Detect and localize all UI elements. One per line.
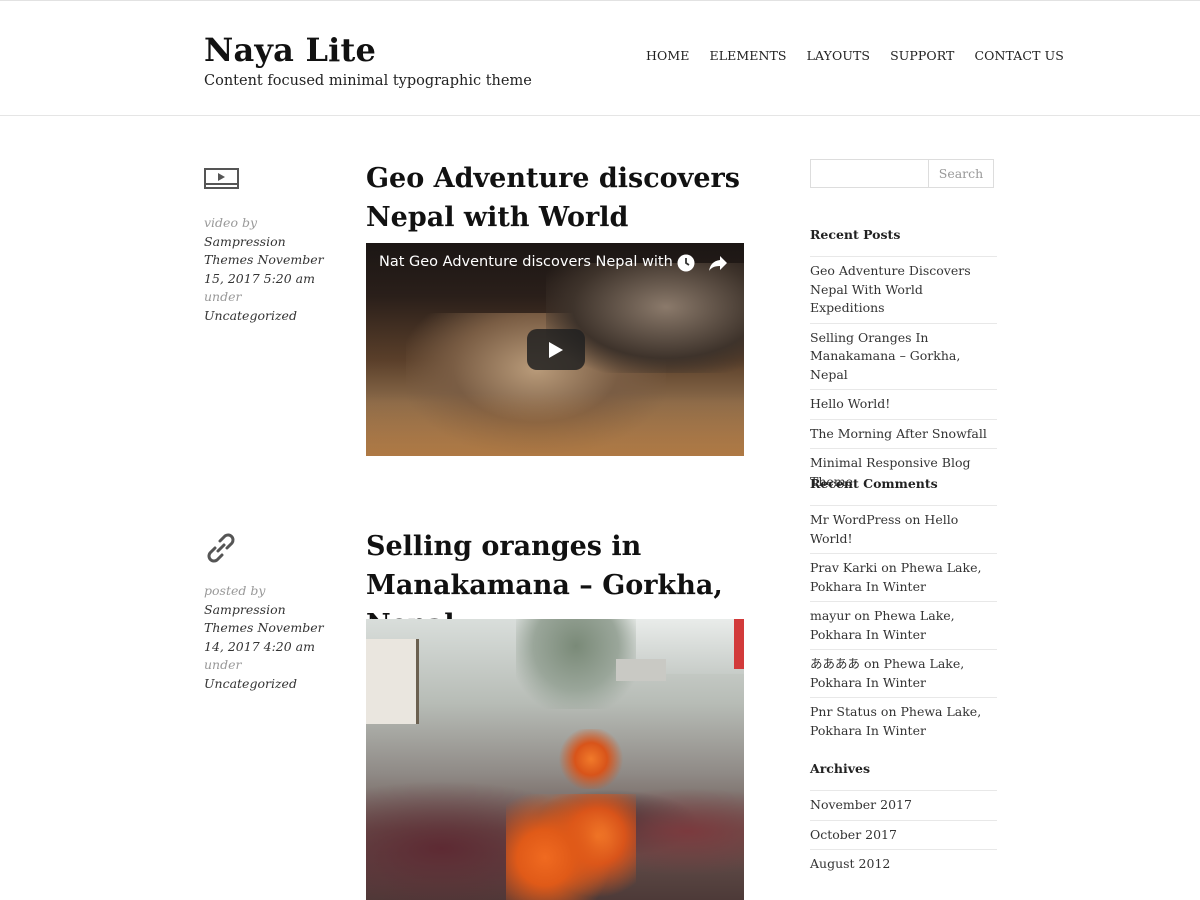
list-item: Selling Oranges In Manakamana – Gorkha, … <box>810 324 997 390</box>
meta-under: under <box>204 289 242 304</box>
nav-layouts[interactable]: LAYOUTS <box>807 48 870 63</box>
comment-author: ああああ <box>810 656 861 671</box>
widget-title: Archives <box>810 761 870 776</box>
search-input[interactable] <box>810 159 929 188</box>
comment-on: on <box>864 656 880 671</box>
list-item: ああああ on Phewa Lake, Pokhara In Winter <box>810 650 997 698</box>
main-navigation: HOME ELEMENTS LAYOUTS SUPPORT CONTACT US <box>646 48 1064 63</box>
list-item: Pnr Status on Phewa Lake, Pokhara In Win… <box>810 698 997 745</box>
comment-author: mayur <box>810 608 851 623</box>
nav-support[interactable]: SUPPORT <box>890 48 954 63</box>
search-button[interactable]: Search <box>928 159 994 188</box>
list-item: Mr WordPress on Hello World! <box>810 506 997 554</box>
meta-under: under <box>204 657 242 672</box>
video-scene-glow <box>366 393 744 456</box>
image-oranges-back <box>556 729 626 789</box>
meta-prefix: posted by <box>204 583 266 598</box>
list-item: Hello World! <box>810 390 997 420</box>
nav-elements[interactable]: ELEMENTS <box>709 48 786 63</box>
recent-post-link[interactable]: The Morning After Snowfall <box>810 426 987 441</box>
post-meta-text: video by Sampression Themes November 15,… <box>204 214 334 325</box>
list-item: Prav Karki on Phewa Lake, Pokhara In Win… <box>810 554 997 602</box>
comment-on: on <box>904 512 921 527</box>
site-title[interactable]: Naya Lite <box>204 31 376 69</box>
nav-home[interactable]: HOME <box>646 48 689 63</box>
archives-list: November 2017 October 2017 August 2012 <box>810 790 997 879</box>
widget-archives: Archives November 2017 October 2017 Augu… <box>810 758 997 879</box>
image-red-strip <box>734 619 744 669</box>
recent-post-link[interactable]: Hello World! <box>810 396 890 411</box>
image-oranges <box>506 794 636 900</box>
widget-title: Recent Comments <box>810 476 938 491</box>
archive-link[interactable]: November 2017 <box>810 797 912 812</box>
image-sign-small <box>616 659 666 681</box>
recent-posts-list: Geo Adventure Discovers Nepal With World… <box>810 256 997 496</box>
post-featured-image[interactable] <box>366 619 744 900</box>
recent-post-link[interactable]: Geo Adventure Discovers Nepal With World… <box>810 263 971 315</box>
post-category[interactable]: Uncategorized <box>204 676 297 691</box>
list-item: The Morning After Snowfall <box>810 420 997 449</box>
share-icon[interactable] <box>708 255 728 272</box>
site-description: Content focused minimal typographic them… <box>204 73 532 89</box>
widget-title: Recent Posts <box>810 227 901 242</box>
list-item: October 2017 <box>810 821 997 850</box>
comment-author: Pnr Status <box>810 704 877 719</box>
archive-link[interactable]: October 2017 <box>810 827 897 842</box>
comment-author: Mr WordPress <box>810 512 901 527</box>
watch-later-icon[interactable] <box>677 254 695 272</box>
widget-recent-posts: Recent Posts Geo Adventure Discovers Nep… <box>810 224 997 496</box>
recent-comments-list: Mr WordPress on Hello World! Prav Karki … <box>810 505 997 745</box>
comment-on: on <box>854 608 870 623</box>
post-category[interactable]: Uncategorized <box>204 308 297 323</box>
post-meta-text: posted by Sampression Themes November 14… <box>204 582 334 693</box>
list-item: November 2017 <box>810 791 997 821</box>
archive-link[interactable]: August 2012 <box>810 856 890 871</box>
video-embed[interactable]: Nat Geo Adventure discovers Nepal with .… <box>366 243 744 456</box>
comment-on: on <box>881 560 897 575</box>
site-header: Naya Lite Content focused minimal typogr… <box>0 1 1200 116</box>
list-item: August 2012 <box>810 850 997 879</box>
nav-contact-us[interactable]: CONTACT US <box>974 48 1063 63</box>
list-item: Geo Adventure Discovers Nepal With World… <box>810 257 997 324</box>
search-form: Search <box>810 159 994 188</box>
recent-post-link[interactable]: Selling Oranges In Manakamana – Gorkha, … <box>810 330 960 382</box>
comment-on: on <box>880 704 897 719</box>
meta-prefix: video by <box>204 215 258 230</box>
play-button[interactable] <box>527 329 585 370</box>
widget-recent-comments: Recent Comments Mr WordPress on Hello Wo… <box>810 473 997 745</box>
video-icon[interactable] <box>204 167 240 195</box>
list-item: mayur on Phewa Lake, Pokhara In Winter <box>810 602 997 650</box>
video-title[interactable]: Nat Geo Adventure discovers Nepal with .… <box>379 254 691 270</box>
comment-author: Prav Karki <box>810 560 878 575</box>
image-sign <box>366 639 419 724</box>
link-icon[interactable] <box>204 531 238 569</box>
